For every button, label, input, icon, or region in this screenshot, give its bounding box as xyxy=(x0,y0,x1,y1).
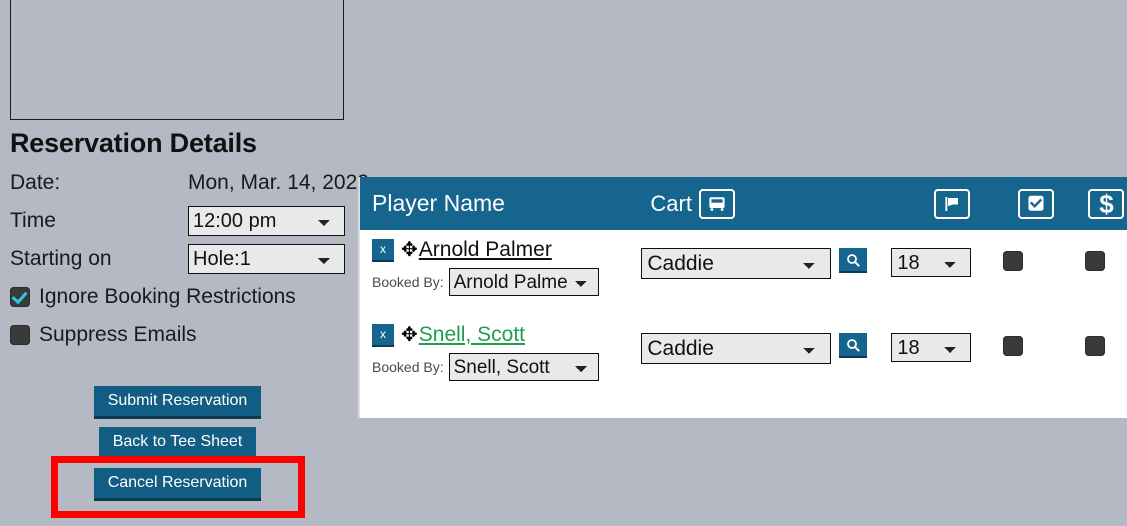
player-cell: x ✥ Arnold Palmer Booked By: Arnold Palm… xyxy=(360,230,641,296)
submit-reservation-button[interactable]: Submit Reservation xyxy=(93,386,262,419)
search-cell xyxy=(838,315,891,358)
header-money: $ xyxy=(1078,188,1127,219)
time-label: Time xyxy=(10,209,56,232)
ignore-booking-restrictions-checkbox[interactable] xyxy=(10,287,30,307)
flag-cell xyxy=(971,230,1054,271)
ignore-booking-restrictions-row[interactable]: Ignore Booking Restrictions xyxy=(10,278,355,316)
reservation-details-panel: Reservation Details Date: Mon, Mar. 14, … xyxy=(10,128,369,354)
player-name-line: x ✥ Snell, Scott xyxy=(372,323,641,347)
player-table-header: Player Name Cart $ xyxy=(360,177,1127,230)
time-select[interactable]: 12:00 pm xyxy=(188,206,345,236)
booked-by-label: Booked By: xyxy=(372,359,444,375)
suppress-emails-checkbox[interactable] xyxy=(10,325,30,345)
table-bottom-padding xyxy=(360,400,1127,418)
dollar-icon: $ xyxy=(1088,188,1125,219)
search-icon[interactable] xyxy=(838,333,867,358)
ignore-booking-restrictions-label: Ignore Booking Restrictions xyxy=(39,285,296,308)
cart-cell: Caddie xyxy=(641,230,839,279)
suppress-emails-row[interactable]: Suppress Emails xyxy=(10,316,355,354)
booked-by-select[interactable]: Arnold Palme xyxy=(448,268,599,296)
starting-hole-row: Starting on Hole:1 xyxy=(10,240,355,278)
search-icon[interactable] xyxy=(838,248,867,273)
flag-checkbox[interactable] xyxy=(1002,251,1023,271)
search-cell xyxy=(838,230,891,273)
holes-select[interactable]: 18 xyxy=(891,248,972,277)
table-row: x ✥ Snell, Scott Booked By: Snell, Scott… xyxy=(360,315,1127,400)
page-title: Reservation Details xyxy=(10,128,257,158)
back-to-tee-sheet-button[interactable]: Back to Tee Sheet xyxy=(98,427,257,460)
row-checkbox[interactable] xyxy=(1084,336,1105,356)
move-arrows-icon[interactable]: ✥ xyxy=(401,325,418,345)
suppress-emails-label: Suppress Emails xyxy=(39,323,197,346)
holes-cell: 18 xyxy=(891,230,972,277)
booked-by-select[interactable]: Snell, Scott xyxy=(448,353,599,381)
holes-select[interactable]: 18 xyxy=(891,333,972,362)
booked-by-line: Booked By: Snell, Scott xyxy=(372,353,641,381)
player-table: Player Name Cart $ x ✥ Arnold Palmer Boo… xyxy=(358,177,1127,418)
check-cell xyxy=(1054,315,1127,356)
flag-icon xyxy=(933,188,970,219)
cart-cell: Caddie xyxy=(641,315,839,364)
checkbox-icon xyxy=(1018,188,1055,219)
header-cart-label: Cart xyxy=(650,190,692,216)
booked-by-label: Booked By: xyxy=(372,274,444,290)
date-label: Date: xyxy=(10,171,61,194)
player-cell: x ✥ Snell, Scott Booked By: Snell, Scott xyxy=(360,315,641,381)
remove-player-button[interactable]: x xyxy=(372,323,394,347)
holes-cell: 18 xyxy=(891,315,972,362)
booked-by-line: Booked By: Arnold Palme xyxy=(372,268,641,296)
player-name-link[interactable]: Snell, Scott xyxy=(419,323,525,347)
date-row: Date: Mon, Mar. 14, 2022 xyxy=(10,164,369,202)
player-name-line: x ✥ Arnold Palmer xyxy=(372,238,641,262)
remove-player-button[interactable]: x xyxy=(372,238,394,262)
cart-select[interactable]: Caddie xyxy=(641,248,832,279)
cancel-reservation-button[interactable]: Cancel Reservation xyxy=(93,468,262,501)
move-arrows-icon[interactable]: ✥ xyxy=(401,240,418,260)
flag-cell xyxy=(971,315,1054,356)
cart-select[interactable]: Caddie xyxy=(641,333,832,364)
action-button-stack: Submit Reservation Back to Tee Sheet Can… xyxy=(0,386,355,509)
empty-preview-box xyxy=(10,0,344,120)
header-flag xyxy=(909,188,995,219)
header-checkbox xyxy=(994,188,1078,219)
row-checkbox[interactable] xyxy=(1084,251,1105,271)
player-name-link[interactable]: Arnold Palmer xyxy=(419,238,552,262)
date-value: Mon, Mar. 14, 2022 xyxy=(188,171,369,194)
time-row: Time 12:00 pm xyxy=(10,202,355,240)
header-cart: Cart xyxy=(650,188,802,219)
flag-checkbox[interactable] xyxy=(1002,336,1023,356)
table-row: x ✥ Arnold Palmer Booked By: Arnold Palm… xyxy=(360,230,1127,315)
starting-hole-select[interactable]: Hole:1 xyxy=(188,244,345,274)
cart-bus-icon xyxy=(698,188,735,219)
dollar-glyph: $ xyxy=(1099,188,1114,219)
check-cell xyxy=(1054,230,1127,271)
starting-hole-label: Starting on xyxy=(10,247,112,270)
header-player-name: Player Name xyxy=(372,190,505,216)
